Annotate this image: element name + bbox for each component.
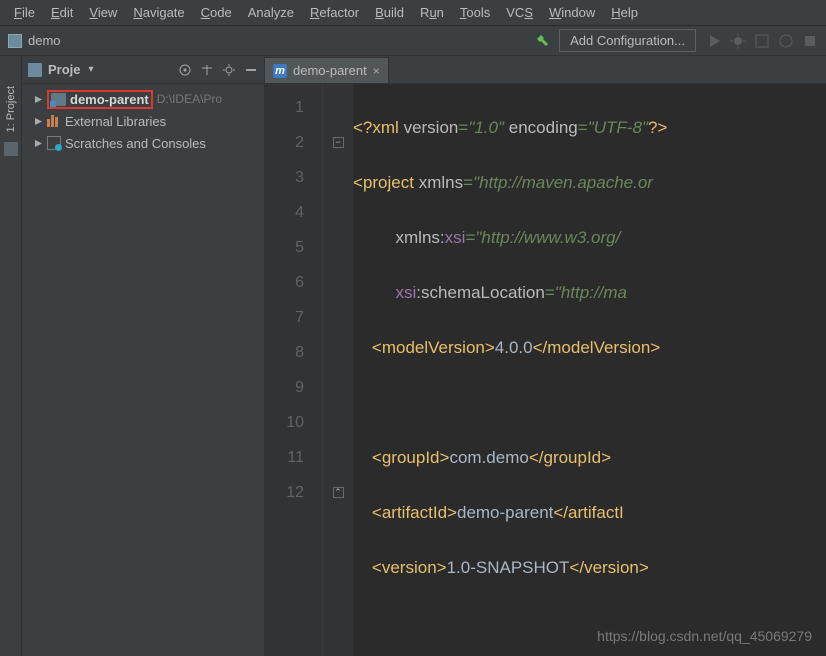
breadcrumb[interactable]: demo — [28, 33, 61, 48]
folder-icon — [51, 93, 66, 106]
line-number: 11 — [265, 440, 322, 475]
tree-root-highlight: demo-parent — [47, 90, 153, 109]
project-tool-button[interactable]: 1: Project — [5, 86, 17, 132]
tree-root-label: demo-parent — [70, 92, 149, 107]
tree-root-row[interactable]: demo-parent D:\IDEA\Pro — [30, 88, 264, 110]
menu-analyze[interactable]: Analyze — [240, 3, 302, 22]
editor-tab[interactable]: m demo-parent × — [265, 57, 389, 83]
fold-end-icon[interactable]: ⌃ — [333, 487, 344, 498]
hide-icon[interactable] — [244, 63, 258, 77]
scratch-icon — [47, 136, 61, 150]
line-number: 1 — [265, 90, 322, 125]
tree-libs-label: External Libraries — [65, 114, 166, 129]
fold-column: − ⌃ — [323, 84, 353, 656]
project-panel-title[interactable]: Proje — [48, 62, 81, 77]
debug-icon[interactable] — [730, 33, 746, 49]
line-number: 3 — [265, 160, 322, 195]
expand-all-icon[interactable] — [200, 63, 214, 77]
line-number: 10 — [265, 405, 322, 440]
menu-help[interactable]: Help — [603, 3, 646, 22]
build-icon[interactable] — [535, 33, 551, 49]
structure-tool-icon[interactable] — [4, 142, 18, 156]
editor-tab-label: demo-parent — [293, 63, 367, 78]
menu-file[interactable]: File — [6, 3, 43, 22]
project-view-dropdown-icon[interactable]: ▾ — [89, 64, 94, 75]
maven-file-icon: m — [273, 64, 287, 78]
menu-tools[interactable]: Tools — [452, 3, 498, 22]
watermark: https://blog.csdn.net/qq_45069279 — [597, 628, 812, 644]
menu-build[interactable]: Build — [367, 3, 412, 22]
menu-window[interactable]: Window — [541, 3, 603, 22]
line-number: 6 — [265, 265, 322, 300]
menu-vcs[interactable]: VCS — [498, 3, 541, 22]
project-panel-header: Proje ▾ — [22, 56, 264, 84]
stop-icon[interactable] — [802, 33, 818, 49]
project-icon — [8, 34, 22, 48]
tree-libs-row[interactable]: External Libraries — [30, 110, 264, 132]
line-gutter: 1 2 3 4 5 6 7 8 9 10 11 12 — [265, 84, 323, 656]
line-number: 7 — [265, 300, 322, 335]
menu-code[interactable]: Code — [193, 3, 240, 22]
project-view-icon — [28, 63, 42, 77]
menu-refactor[interactable]: Refactor — [302, 3, 367, 22]
run-toolbar — [706, 33, 818, 49]
tree-arrow-icon[interactable] — [34, 95, 43, 104]
menu-edit[interactable]: Edit — [43, 3, 81, 22]
tree-scratch-label: Scratches and Consoles — [65, 136, 206, 151]
run-icon[interactable] — [706, 33, 722, 49]
code-editor[interactable]: <?xml version="1.0" encoding="UTF-8"?> <… — [353, 84, 826, 656]
project-tree: demo-parent D:\IDEA\Pro External Librari… — [22, 84, 264, 158]
fold-toggle-icon[interactable]: − — [333, 137, 344, 148]
line-number: 8 — [265, 335, 322, 370]
locate-icon[interactable] — [178, 63, 192, 77]
tree-arrow-icon[interactable] — [34, 117, 43, 126]
line-number: 4 — [265, 195, 322, 230]
navbar: demo Add Configuration... — [0, 26, 826, 56]
editor-body: 1 2 3 4 5 6 7 8 9 10 11 12 − ⌃ <?xml ver… — [265, 84, 826, 656]
coverage-icon[interactable] — [754, 33, 770, 49]
line-number: 2 — [265, 125, 322, 160]
menu-view[interactable]: View — [81, 3, 125, 22]
line-number: 9 — [265, 370, 322, 405]
gear-icon[interactable] — [222, 63, 236, 77]
profile-icon[interactable] — [778, 33, 794, 49]
editor-area: m demo-parent × 1 2 3 4 5 6 7 8 9 10 11 … — [265, 56, 826, 656]
run-config-selector[interactable]: Add Configuration... — [559, 29, 696, 52]
tree-scratch-row[interactable]: Scratches and Consoles — [30, 132, 264, 154]
line-number: 5 — [265, 230, 322, 265]
menu-run[interactable]: Run — [412, 3, 452, 22]
library-icon — [47, 115, 61, 127]
close-tab-icon[interactable]: × — [373, 64, 380, 78]
tree-root-path: D:\IDEA\Pro — [157, 92, 222, 106]
tree-arrow-icon[interactable] — [34, 139, 43, 148]
tool-window-bar-left: 1: Project — [0, 56, 22, 656]
line-number: 12 — [265, 475, 322, 510]
menu-navigate[interactable]: Navigate — [125, 3, 192, 22]
menubar: File Edit View Navigate Code Analyze Ref… — [0, 0, 826, 26]
project-panel: Proje▾ demo-parent D:\IDEA\Pro Extern — [22, 56, 265, 656]
editor-tabbar: m demo-parent × — [265, 56, 826, 84]
